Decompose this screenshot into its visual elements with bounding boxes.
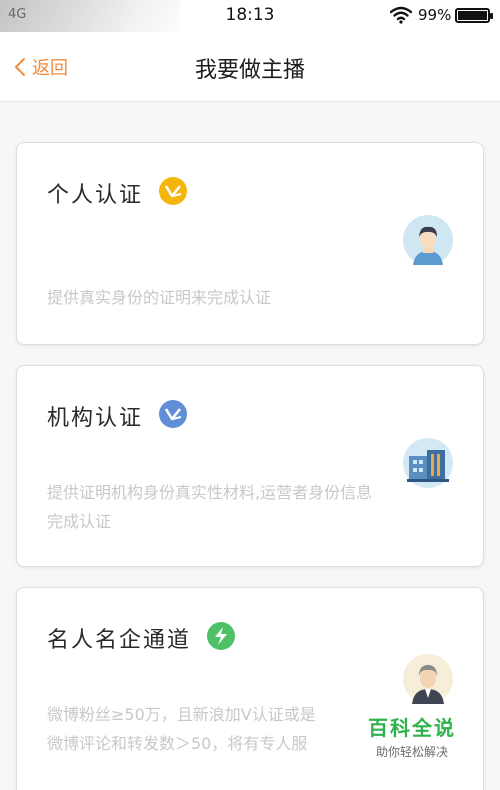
- personal-verification-card[interactable]: 个人认证 提供真实身份的证明来完成认证: [16, 142, 484, 345]
- organization-verification-card[interactable]: 机构认证 提供证明机构身份真实性材料,运营者身份信息完成认证: [16, 365, 484, 567]
- building-icon: [403, 438, 453, 488]
- verified-v-badge-icon: [159, 400, 187, 428]
- status-bar: 4G 18:13 99%: [0, 0, 500, 56]
- lightning-badge-icon: [207, 622, 235, 650]
- page-title: 我要做主播: [194, 58, 305, 83]
- card-title: 个人认证: [47, 183, 144, 208]
- battery-icon: [455, 8, 493, 23]
- person-avatar-icon: [403, 215, 453, 265]
- battery-fill: [458, 11, 487, 20]
- card-title: 机构认证: [47, 406, 144, 431]
- wifi-icon: [390, 6, 412, 24]
- businessman-avatar-icon: [403, 654, 453, 704]
- verified-v-badge-icon: [159, 177, 187, 205]
- nav-bar: 返回 我要做主播: [0, 32, 500, 102]
- card-title: 名人名企通道: [47, 628, 192, 653]
- card-description: 提供真实身份的证明来完成认证: [47, 288, 272, 307]
- watermark-title: 百科全说: [368, 716, 456, 740]
- watermark-logo: 百科全说 助你轻松解决: [362, 712, 462, 764]
- battery-percentage: 99%: [418, 6, 452, 24]
- card-description: 提供证明机构身份真实性材料,运营者身份信息完成认证: [47, 483, 373, 531]
- card-description: 微博粉丝≥50万，且新浪加V认证或是 微博评论和转发数＞50，将有专人服: [47, 705, 316, 753]
- watermark-subtitle: 助你轻松解决: [375, 745, 448, 759]
